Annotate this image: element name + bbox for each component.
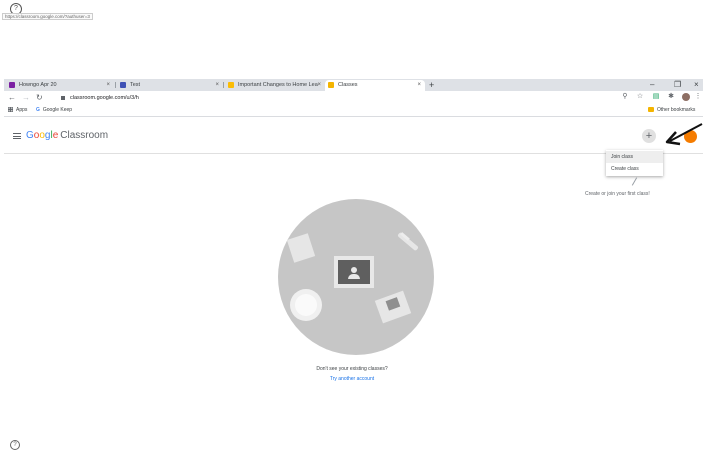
bookmark-other[interactable]: Other bookmarks: [648, 105, 695, 116]
tab-classes[interactable]: Classes ×: [325, 80, 425, 91]
tab-important-changes[interactable]: Important Changes to Home Lea ×: [225, 80, 325, 91]
tab-howngo[interactable]: Howngo Apr 20 ×: [6, 80, 114, 91]
page-icon: [228, 81, 234, 88]
classroom-board-icon: [334, 256, 374, 288]
tab-label: Howngo Apr 20: [19, 82, 57, 88]
help-icon[interactable]: ?: [10, 440, 20, 450]
board-screen: [338, 260, 370, 284]
annotation-arrow: [665, 123, 703, 146]
create-class-menu-item[interactable]: Create class: [606, 163, 663, 175]
reload-icon[interactable]: ↻: [36, 92, 43, 104]
forward-arrow-icon[interactable]: →: [22, 92, 30, 104]
back-arrow-icon[interactable]: ←: [8, 92, 16, 104]
apps-grid-icon: [8, 107, 13, 113]
empty-state-illustration: [278, 199, 434, 355]
tab-strip: Howngo Apr 20 × Test × Important Changes…: [4, 79, 703, 91]
lock-icon: [61, 95, 65, 100]
close-tab-icon[interactable]: ×: [417, 80, 421, 91]
tab-label: Important Changes to Home Lea: [238, 82, 318, 88]
create-join-hint: Create or join your first class!: [585, 191, 650, 197]
close-tab-icon[interactable]: ×: [106, 80, 110, 91]
empty-state-message: Don't see your existing classes?: [316, 366, 388, 372]
tab-label: Test: [130, 82, 141, 88]
address-text: classroom.google.com/u/3/h: [70, 95, 139, 101]
classroom-icon: [328, 81, 334, 88]
try-another-account-link[interactable]: Try another account: [280, 376, 424, 382]
doc-icon: [120, 81, 126, 88]
classroom-header: Google Classroom +: [4, 117, 703, 154]
logo-letter: G: [26, 130, 34, 141]
paper-shape: [286, 233, 316, 263]
address-bar[interactable]: classroom.google.com/u/3/h: [61, 93, 601, 103]
tab-divider: [115, 82, 116, 88]
bookmark-label: Other bookmarks: [657, 107, 696, 113]
browser-toolbar: ← → ↻ classroom.google.com/u/3/h ⚲ ☆ ▤ ✱…: [4, 91, 703, 105]
person-icon: [351, 267, 357, 273]
book-cover-image: [385, 297, 401, 311]
close-tab-icon[interactable]: ×: [317, 80, 321, 91]
cup-shape: [290, 289, 322, 321]
zoom-icon[interactable]: ⚲: [621, 93, 629, 101]
minimize-button[interactable]: –: [650, 79, 654, 91]
add-class-button[interactable]: +: [642, 129, 656, 143]
form-icon: [9, 81, 15, 88]
add-class-menu: Join class Create class: [606, 150, 663, 176]
restore-button[interactable]: ❐: [674, 79, 681, 91]
book-shape: [374, 290, 412, 324]
bookmark-apps[interactable]: Apps: [8, 105, 27, 116]
tab-label: Classes: [338, 82, 358, 88]
bookmark-label: Apps: [16, 107, 28, 113]
bookmark-label: Google Keep: [42, 107, 73, 113]
bookmark-google-keep[interactable]: G Google Keep: [36, 105, 72, 116]
extensions-icon[interactable]: ✱: [667, 93, 675, 101]
menu-kebab-icon[interactable]: ⋮: [694, 93, 702, 101]
tab-divider: [223, 82, 224, 88]
folder-icon: [648, 107, 654, 113]
tab-test[interactable]: Test ×: [117, 80, 223, 91]
product-name: Classroom: [60, 130, 109, 141]
status-url: https://classroom.google.com/?authuser=3: [2, 13, 93, 20]
close-tab-icon[interactable]: ×: [215, 80, 219, 91]
sheets-extension-icon[interactable]: ▤: [652, 93, 660, 101]
person-body: [348, 274, 360, 279]
profile-avatar-icon[interactable]: [682, 93, 690, 101]
google-classroom-logo[interactable]: Google Classroom: [26, 130, 108, 142]
hamburger-menu-icon[interactable]: [13, 133, 21, 141]
logo-letter: e: [52, 130, 59, 141]
google-g-icon: G: [36, 107, 40, 113]
close-window-button[interactable]: ×: [694, 79, 699, 91]
bookmarks-bar: Apps G Google Keep Other bookmarks: [4, 105, 703, 117]
star-icon[interactable]: ☆: [636, 93, 644, 101]
cup-inner: [295, 294, 317, 316]
join-class-menu-item[interactable]: Join class: [606, 151, 663, 163]
new-tab-button[interactable]: +: [429, 79, 434, 91]
